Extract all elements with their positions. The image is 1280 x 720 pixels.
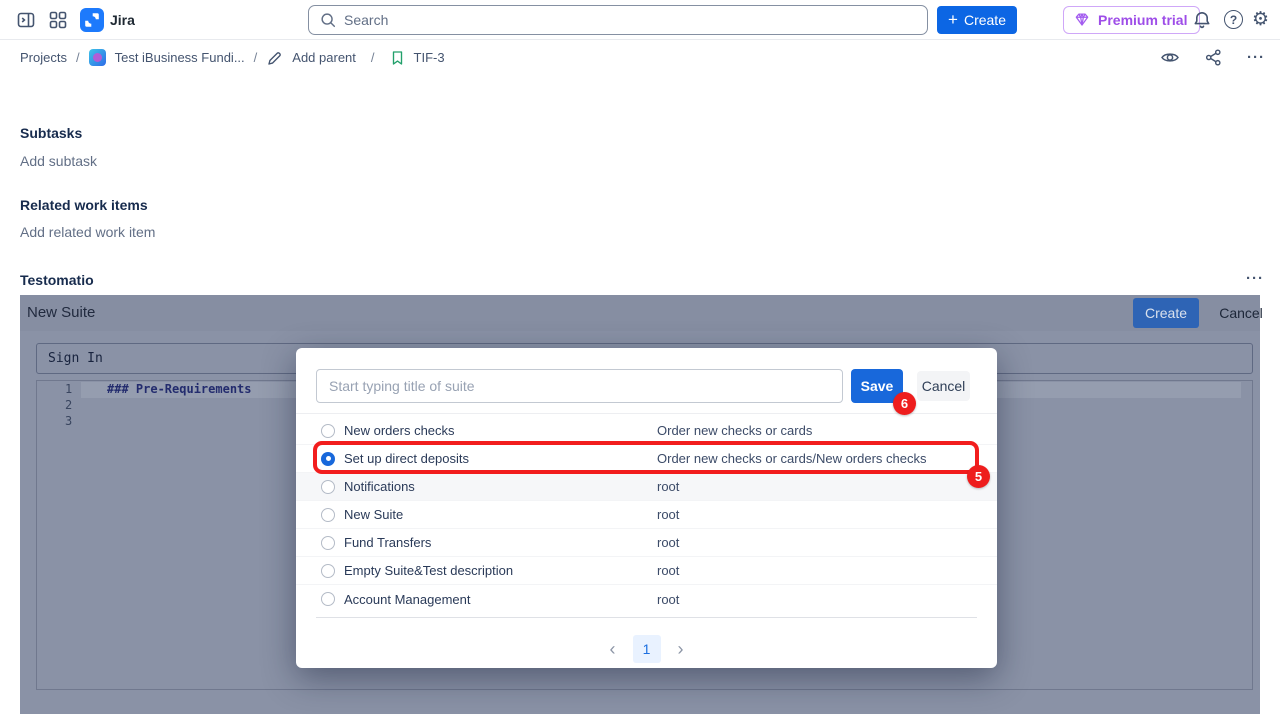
annotation-badge-6: 6 [893, 392, 916, 415]
radio-unchecked-icon[interactable] [321, 564, 335, 578]
related-work-heading: Related work items [20, 197, 148, 213]
suite-row-new-orders-checks[interactable]: New orders checks Order new checks or ca… [296, 417, 997, 445]
new-suite-header-bar: New Suite Create Cancel [20, 295, 1260, 331]
cancel-button[interactable]: Cancel [917, 371, 970, 401]
testomatio-more-icon[interactable]: ··· [1246, 270, 1264, 287]
suite-title-search-input[interactable] [316, 369, 843, 403]
sidebar-toggle-icon[interactable] [16, 10, 36, 30]
breadcrumb: Projects / Test iBusiness Fundi... / Add… [20, 40, 445, 74]
subtasks-heading: Subtasks [20, 125, 82, 141]
plus-icon: + [948, 11, 958, 28]
modal-divider [316, 617, 977, 618]
suite-create-button[interactable]: Create [1133, 298, 1199, 328]
suite-row-new-suite[interactable]: New Suite root [296, 501, 997, 529]
pagination: ‹ 1 › [296, 634, 997, 664]
suite-row-account-management[interactable]: Account Management root [296, 585, 997, 613]
suite-row-empty-suite-test-description[interactable]: Empty Suite&Test description root [296, 557, 997, 585]
breadcrumb-issue-key[interactable]: TIF-3 [414, 50, 445, 65]
line-number: 3 [65, 414, 72, 428]
edit-pencil-icon [266, 50, 283, 67]
bookmark-icon [390, 50, 405, 66]
radio-unchecked-icon[interactable] [321, 508, 335, 522]
suite-picker-modal: Save Cancel 6 New orders checks Order ne… [296, 348, 997, 668]
breadcrumb-separator: / [254, 50, 258, 65]
app-name: Jira [110, 12, 135, 28]
suite-row-set-up-direct-deposits[interactable]: Set up direct deposits Order new checks … [296, 445, 997, 473]
breadcrumb-bar: Projects / Test iBusiness Fundi... / Add… [0, 40, 1280, 74]
global-search[interactable] [308, 5, 928, 35]
radio-checked-icon[interactable] [321, 452, 335, 466]
code-text: ### Pre-Requirements [107, 382, 252, 396]
line-number: 1 [65, 382, 72, 396]
page-next-icon[interactable]: › [678, 640, 684, 658]
settings-gear-icon[interactable]: ⚙ [1252, 9, 1272, 29]
share-icon[interactable] [1203, 47, 1223, 67]
page-prev-icon[interactable]: ‹ [610, 640, 616, 658]
new-suite-title: New Suite [27, 304, 95, 321]
add-related-work-link[interactable]: Add related work item [20, 224, 155, 240]
search-input[interactable] [344, 12, 917, 28]
modal-divider [296, 413, 997, 414]
jira-window: Jira + Create Premium trial [0, 0, 1280, 720]
radio-unchecked-icon[interactable] [321, 424, 335, 438]
help-icon[interactable]: ? [1224, 10, 1244, 30]
breadcrumb-separator: / [371, 50, 375, 65]
radio-unchecked-icon[interactable] [321, 480, 335, 494]
premium-trial-button[interactable]: Premium trial [1063, 6, 1200, 34]
radio-unchecked-icon[interactable] [321, 592, 335, 606]
breadcrumb-separator: / [76, 50, 80, 65]
more-actions-icon[interactable]: ··· [1246, 47, 1266, 67]
suite-list: New orders checks Order new checks or ca… [296, 417, 997, 613]
notifications-bell-icon[interactable] [1192, 10, 1212, 30]
annotation-badge-5: 5 [967, 465, 990, 488]
line-number: 2 [65, 398, 72, 412]
suite-cancel-button[interactable]: Cancel [1210, 298, 1272, 328]
suite-row-notifications[interactable]: Notifications root [296, 473, 997, 501]
testomatio-heading: Testomatio [20, 272, 94, 288]
breadcrumb-project[interactable]: Test iBusiness Fundi... [115, 50, 245, 65]
page-number[interactable]: 1 [633, 635, 661, 663]
breadcrumb-add-parent[interactable]: Add parent [292, 50, 356, 65]
app-switcher-icon[interactable] [48, 10, 68, 30]
radio-unchecked-icon[interactable] [321, 536, 335, 550]
search-icon [319, 11, 337, 29]
project-avatar [89, 49, 106, 66]
top-nav: Jira + Create Premium trial [0, 0, 1280, 40]
jira-logo-icon[interactable] [80, 8, 104, 32]
suite-row-fund-transfers[interactable]: Fund Transfers root [296, 529, 997, 557]
breadcrumb-projects[interactable]: Projects [20, 50, 67, 65]
add-subtask-link[interactable]: Add subtask [20, 153, 97, 169]
issue-actions: ··· [1160, 47, 1266, 67]
gem-icon [1073, 11, 1091, 29]
create-button[interactable]: + Create [937, 6, 1017, 34]
watch-eye-icon[interactable] [1160, 47, 1180, 67]
